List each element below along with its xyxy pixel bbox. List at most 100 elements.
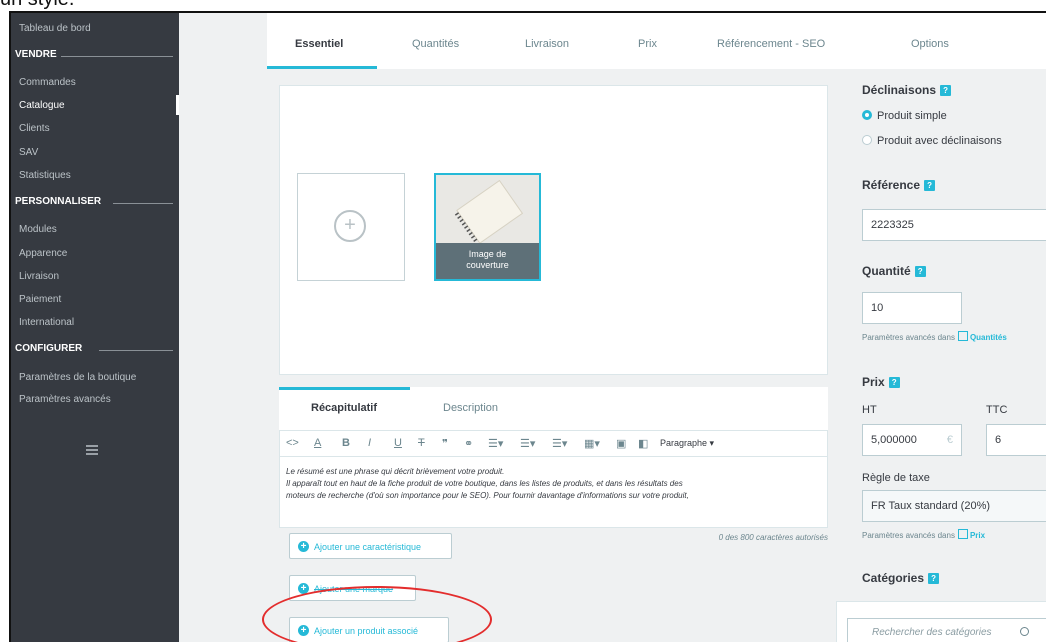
- tab-quantities[interactable]: Quantités: [412, 38, 459, 50]
- sidebar-item-orders[interactable]: Commandes: [19, 77, 76, 88]
- table-icon[interactable]: ▦▾: [584, 437, 600, 450]
- external-link-icon: [957, 529, 968, 539]
- help-icon[interactable]: ?: [940, 85, 952, 97]
- help-icon[interactable]: ?: [928, 573, 940, 585]
- combinations-title: Déclinaisons?: [862, 83, 952, 97]
- app-window: Tableau de bord VENDRE Commandes Catalog…: [9, 11, 1046, 642]
- section-label: CONFIGURER: [15, 343, 83, 354]
- sidebar-item-shipping[interactable]: Livraison: [19, 271, 59, 282]
- numbered-list-icon[interactable]: ☰▾: [552, 437, 567, 450]
- category-search-input[interactable]: Rechercher des catégories: [847, 618, 1046, 642]
- sidebar-section-configure: CONFIGURER: [11, 343, 179, 357]
- add-related-product-button[interactable]: + Ajouter un produit associé: [289, 617, 449, 642]
- sidebar-item-stats[interactable]: Statistiques: [19, 170, 71, 181]
- sidebar-item-support[interactable]: SAV: [19, 147, 38, 158]
- title-text: Référence: [862, 178, 921, 192]
- quantities-link[interactable]: Quantités: [970, 333, 1007, 342]
- radio-product-with-combinations[interactable]: Produit avec déclinaisons: [862, 135, 1002, 147]
- sidebar-item-shop-params[interactable]: Paramètres de la boutique: [19, 372, 136, 383]
- quote-icon[interactable]: ❞: [442, 437, 448, 450]
- help-icon[interactable]: ?: [914, 266, 926, 278]
- tab-shipping[interactable]: Livraison: [525, 38, 569, 50]
- plus-circle-icon: +: [298, 583, 309, 594]
- text-color-icon[interactable]: A: [314, 437, 321, 449]
- image-icon[interactable]: ▣: [616, 437, 626, 450]
- hint-text: Paramètres avancés dans: [862, 531, 955, 540]
- quantity-input[interactable]: 10: [862, 292, 962, 324]
- radio-checked-icon: [862, 110, 872, 120]
- quantity-title: Quantité?: [862, 264, 926, 278]
- sidebar-item-customers[interactable]: Clients: [19, 123, 50, 134]
- format-select[interactable]: Paragraphe ▾: [660, 438, 714, 449]
- editor-line: Il apparaît tout en haut de la fiche pro…: [286, 479, 683, 488]
- tab-pricing[interactable]: Prix: [638, 38, 657, 50]
- price-hint: Paramètres avancés dans Prix: [862, 529, 985, 540]
- radio-label: Produit simple: [877, 110, 947, 122]
- currency-symbol: €: [946, 434, 953, 446]
- price-ttc-input[interactable]: 6: [986, 424, 1046, 456]
- align-icon[interactable]: ☰▾: [488, 437, 503, 450]
- tab-options[interactable]: Options: [911, 38, 949, 50]
- sidebar-item-advanced-params[interactable]: Paramètres avancés: [19, 394, 111, 405]
- button-label: Ajouter une caractéristique: [314, 542, 422, 552]
- title-text: Déclinaisons: [862, 83, 937, 97]
- radio-simple-product[interactable]: Produit simple: [862, 110, 947, 122]
- menu-collapse-icon[interactable]: [86, 445, 98, 455]
- help-icon[interactable]: ?: [888, 377, 900, 389]
- tab-essential[interactable]: Essentiel: [295, 38, 343, 50]
- section-divider: [113, 203, 173, 204]
- quantities-hint: Paramètres avancés dans Quantités: [862, 331, 1007, 342]
- bullet-list-icon[interactable]: ☰▾: [520, 437, 535, 450]
- sidebar-item-international[interactable]: International: [19, 317, 74, 328]
- add-image-dropzone[interactable]: +: [297, 173, 405, 281]
- sidebar-item-payment[interactable]: Paiement: [19, 294, 61, 305]
- button-label: Ajouter une marque: [314, 584, 394, 594]
- radio-label: Produit avec déclinaisons: [877, 135, 1002, 147]
- code-icon[interactable]: <>: [286, 437, 299, 449]
- add-feature-button[interactable]: + Ajouter une caractéristique: [289, 533, 452, 559]
- media-icon[interactable]: ◧: [638, 437, 648, 450]
- sidebar-item-catalog[interactable]: Catalogue: [19, 100, 65, 111]
- button-label: Ajouter un produit associé: [314, 626, 419, 636]
- title-text: Catégories: [862, 571, 925, 585]
- editor-content[interactable]: Le résumé est une phrase qui décrit briè…: [286, 466, 826, 502]
- sidebar: Tableau de bord VENDRE Commandes Catalog…: [11, 13, 179, 642]
- sidebar-item-appearance[interactable]: Apparence: [19, 248, 67, 259]
- tax-rule-select[interactable]: FR Taux standard (20%): [862, 490, 1046, 522]
- categories-panel: Rechercher des catégories: [836, 601, 1046, 642]
- reference-input[interactable]: 2223325: [862, 209, 1046, 241]
- tab-description[interactable]: Description: [443, 402, 498, 414]
- strikethrough-icon[interactable]: T: [418, 437, 425, 449]
- sidebar-item-modules[interactable]: Modules: [19, 224, 57, 235]
- summary-editor[interactable]: <> A B I U T ❞ ⚭ ☰▾ ☰▾ ☰▾ ▦▾ ▣ ◧ Paragra…: [279, 430, 828, 528]
- search-icon: [1020, 627, 1029, 636]
- tab-summary[interactable]: Récapitulatif: [311, 402, 377, 414]
- tab-seo[interactable]: Référencement - SEO: [717, 38, 825, 50]
- categories-title: Catégories?: [862, 571, 940, 585]
- section-label: PERSONNALISER: [15, 196, 102, 207]
- section-label: VENDRE: [15, 49, 57, 60]
- sidebar-section-sell: VENDRE: [11, 49, 179, 63]
- sidebar-section-customize: PERSONNALISER: [11, 196, 179, 210]
- sidebar-item-dashboard[interactable]: Tableau de bord: [19, 23, 91, 34]
- external-link-icon: [957, 331, 968, 341]
- product-tabs: Essentiel Quantités Livraison Prix Référ…: [267, 13, 1046, 69]
- main-content: Essentiel Quantités Livraison Prix Référ…: [179, 13, 1046, 642]
- cover-label-line1: Image de: [468, 249, 507, 259]
- editor-line: Le résumé est une phrase qui décrit briè…: [286, 467, 505, 476]
- notebook-image: [436, 175, 539, 245]
- editor-line: moteurs de recherche (d'où son importanc…: [286, 491, 689, 500]
- cover-image-thumbnail[interactable]: Image de couverture: [434, 173, 541, 281]
- link-icon[interactable]: ⚭: [464, 437, 473, 450]
- italic-icon[interactable]: I: [368, 437, 371, 449]
- price-ht-input[interactable]: 5,000000 €: [862, 424, 962, 456]
- format-select-value: Paragraphe: [660, 438, 708, 448]
- add-brand-button[interactable]: + Ajouter une marque: [289, 575, 416, 601]
- search-placeholder: Rechercher des catégories: [872, 627, 992, 638]
- price-ht-value: 5,000000: [871, 434, 917, 446]
- bold-icon[interactable]: B: [342, 437, 350, 449]
- underline-icon[interactable]: U: [394, 437, 402, 449]
- active-tab-indicator: [267, 66, 377, 69]
- price-link[interactable]: Prix: [970, 531, 985, 540]
- help-icon[interactable]: ?: [924, 180, 936, 192]
